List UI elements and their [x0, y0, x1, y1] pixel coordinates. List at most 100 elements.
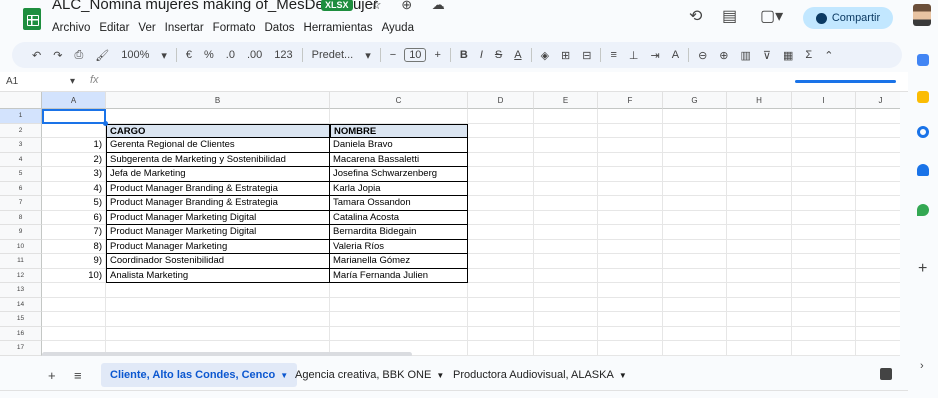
grid-cell[interactable] — [534, 138, 598, 153]
grid-cell[interactable] — [663, 123, 727, 138]
grid-cell[interactable] — [727, 196, 792, 211]
grid-cell[interactable] — [663, 283, 727, 298]
decrease-decimal-button[interactable]: .0 — [220, 49, 241, 61]
grid-cell[interactable] — [598, 181, 663, 196]
column-header-i[interactable]: I — [792, 92, 856, 109]
grid-cell[interactable] — [663, 341, 727, 356]
number-format-button[interactable]: 123 — [268, 49, 298, 61]
grid-cell[interactable] — [663, 312, 727, 327]
grid-cell[interactable] — [792, 167, 856, 182]
row-header-13[interactable]: 13 — [0, 283, 42, 298]
grid-cell[interactable] — [663, 138, 727, 153]
grid-cell[interactable] — [106, 312, 330, 327]
grid-cell[interactable] — [727, 210, 792, 225]
grid-cell[interactable] — [106, 297, 330, 312]
explore-icon[interactable] — [880, 368, 892, 380]
grid-cell[interactable] — [727, 268, 792, 283]
cargo-cell[interactable]: Product Manager Marketing Digital — [106, 225, 330, 240]
grid-cell[interactable] — [792, 138, 856, 153]
grid-cell[interactable] — [792, 152, 856, 167]
tasks-icon[interactable] — [917, 126, 929, 138]
grid-cell[interactable] — [856, 327, 900, 341]
grid-cell[interactable] — [792, 283, 856, 298]
grid-cell[interactable] — [727, 152, 792, 167]
grid-cell[interactable] — [663, 254, 727, 269]
grid-cell[interactable] — [856, 298, 900, 312]
share-button[interactable]: Compartir — [803, 7, 893, 29]
grid-cell[interactable] — [534, 254, 598, 269]
grid-cell[interactable] — [42, 326, 106, 341]
chevron-down-icon[interactable]: ▼ — [619, 371, 627, 380]
row-header-15[interactable]: 15 — [0, 312, 42, 327]
cargo-cell[interactable]: Jefa de Marketing — [106, 167, 330, 182]
grid-cell[interactable] — [598, 210, 663, 225]
all-sheets-icon[interactable]: ≡ — [74, 368, 82, 383]
grid-cell[interactable] — [534, 152, 598, 167]
grid-cell[interactable] — [856, 254, 900, 269]
menu-ver[interactable]: Ver — [138, 22, 155, 34]
row-header-4[interactable]: 4 — [0, 152, 42, 167]
nombre-cell[interactable]: Bernardita Bidegain — [330, 225, 468, 240]
row-header-1[interactable]: 1 — [0, 109, 42, 124]
grid-cell[interactable] — [663, 326, 727, 341]
grid-cell[interactable] — [792, 210, 856, 225]
grid-cell[interactable] — [598, 268, 663, 283]
avatar[interactable] — [913, 4, 931, 26]
grid-cell[interactable] — [598, 326, 663, 341]
column-header-f[interactable]: F — [598, 92, 663, 109]
chevron-right-icon[interactable]: › — [920, 360, 924, 372]
column-header-c[interactable]: C — [330, 92, 468, 109]
grid-cell[interactable] — [727, 167, 792, 182]
grid-cell[interactable] — [727, 225, 792, 240]
column-header-h[interactable]: H — [727, 92, 792, 109]
cargo-cell[interactable]: Product Manager Marketing Digital — [106, 210, 330, 225]
grid-cell[interactable] — [534, 297, 598, 312]
comments-icon[interactable]: ▤ — [722, 6, 737, 26]
grid-cell[interactable] — [468, 326, 534, 341]
undo-icon[interactable]: ↶ — [26, 49, 47, 62]
grid-cell[interactable] — [856, 269, 900, 283]
row-number-cell[interactable]: 8) — [42, 239, 106, 254]
grid-cell[interactable] — [856, 109, 900, 124]
nombre-cell[interactable]: Valeria Ríos — [330, 239, 468, 254]
grid-cell[interactable] — [598, 297, 663, 312]
grid-cell[interactable] — [727, 283, 792, 298]
grid-cell[interactable] — [534, 167, 598, 182]
bold-button[interactable]: B — [454, 49, 474, 61]
grid-cell[interactable] — [534, 326, 598, 341]
grid-cell[interactable] — [856, 341, 900, 356]
paint-format-icon[interactable]: 🖌 — [89, 49, 115, 62]
grid-cell[interactable] — [727, 239, 792, 254]
grid-cell[interactable] — [727, 109, 792, 124]
star-move-cloud-icons[interactable]: ☆ ⊕ ☁ — [370, 0, 453, 13]
cargo-cell[interactable]: Gerenta Regional de Clientes — [106, 138, 330, 153]
grid-cell[interactable] — [792, 268, 856, 283]
grid-cell[interactable] — [792, 312, 856, 327]
name-box[interactable]: A1 — [6, 76, 18, 87]
row-header-2[interactable]: 2 — [0, 123, 42, 138]
text-rotation-icon[interactable]: A — [666, 49, 685, 61]
grid-cell[interactable] — [534, 239, 598, 254]
grid-cell[interactable] — [598, 283, 663, 298]
grid-cell[interactable] — [468, 196, 534, 211]
grid-cell[interactable] — [42, 297, 106, 312]
calendar-icon[interactable] — [917, 54, 929, 66]
row-header-5[interactable]: 5 — [0, 167, 42, 182]
row-header-16[interactable]: 16 — [0, 326, 42, 341]
cargo-cell[interactable]: Product Manager Marketing — [106, 239, 330, 254]
spreadsheet-grid[interactable]: A B C D E F G H I J 1 2 3 4 5 6 7 8 9 10 11 12 13 14 15 16 17 CARGO… — [0, 92, 900, 356]
grid-cell[interactable] — [468, 312, 534, 327]
merge-cells-icon[interactable]: ⊟ — [576, 49, 597, 62]
grid-cell[interactable] — [856, 211, 900, 225]
text-wrap-icon[interactable]: ⇥ — [645, 49, 666, 62]
maps-icon[interactable] — [917, 204, 929, 216]
grid-cell[interactable] — [792, 109, 856, 124]
grid-cell[interactable] — [598, 254, 663, 269]
grid-cell[interactable] — [727, 254, 792, 269]
name-box-dropdown-icon[interactable]: ▾ — [70, 76, 75, 87]
grid-cell[interactable] — [534, 283, 598, 298]
grid-cell[interactable] — [106, 283, 330, 298]
sheet-tab-cliente[interactable]: Cliente, Alto las Condes, Cenco ▼ — [101, 363, 298, 387]
menu-herramientas[interactable]: Herramientas — [304, 22, 373, 34]
grid-cell[interactable] — [534, 181, 598, 196]
